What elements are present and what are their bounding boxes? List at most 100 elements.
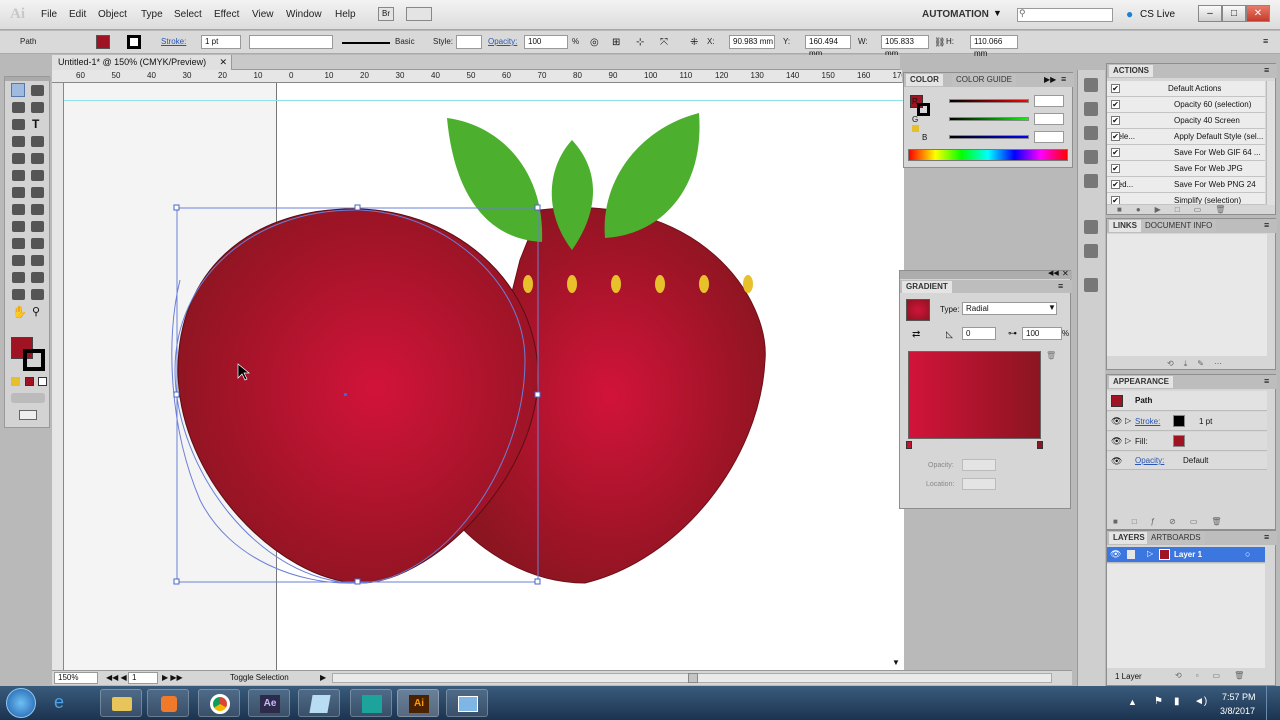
target-icon[interactable]: ○ (1245, 549, 1250, 559)
start-button[interactable] (6, 688, 36, 718)
arrange-documents-button[interactable] (406, 7, 432, 21)
symbols-icon[interactable] (1084, 126, 1098, 140)
r-slider[interactable] (949, 99, 1029, 103)
stroke-label[interactable]: Stroke: (1135, 417, 1160, 426)
gradient-mode-icon[interactable] (25, 377, 34, 386)
line-tool-icon[interactable] (12, 136, 25, 147)
g-slider[interactable] (949, 117, 1029, 121)
shape-builder-tool-icon[interactable] (12, 221, 25, 232)
swatches-icon[interactable] (1084, 102, 1098, 116)
stroke-panel-icon[interactable] (1084, 220, 1098, 234)
action-row[interactable]: ✔ Save For Web JPG Med... (1107, 161, 1265, 189)
mesh-tool-icon[interactable] (12, 238, 25, 249)
stroke-swatch[interactable] (127, 35, 141, 49)
artboard-tool-icon[interactable] (12, 289, 25, 300)
brush-definition[interactable]: Basic (395, 37, 415, 46)
menu-edit[interactable]: Edit (69, 9, 86, 20)
panel-menu-icon[interactable]: ≡ (1264, 65, 1269, 75)
lasso-tool-icon[interactable] (31, 102, 44, 113)
isolate-icon[interactable]: ⤧ (660, 37, 668, 48)
magic-wand-tool-icon[interactable] (12, 102, 25, 113)
g-field[interactable] (1034, 113, 1064, 125)
zoom-field[interactable]: 150% (54, 672, 98, 684)
stop-opacity-field[interactable] (962, 459, 996, 471)
stroke-label[interactable]: Stroke: (161, 37, 186, 46)
eraser-tool-icon[interactable] (31, 170, 44, 181)
taskbar-app-media[interactable] (147, 689, 189, 717)
x-field[interactable]: 90.983 mm (729, 35, 775, 49)
next-artboard-icon[interactable]: ▶ ▶▶ (162, 673, 183, 682)
artboard-number-field[interactable]: 1 (128, 672, 158, 684)
constrain-link-icon[interactable]: ⛓ (934, 37, 945, 48)
brushes-icon[interactable] (1084, 78, 1098, 92)
stroke-color-swatch[interactable] (1173, 415, 1185, 427)
menu-help[interactable]: Help (335, 9, 356, 20)
y-field[interactable]: 160.494 mm (805, 35, 851, 58)
appearance-stroke-row[interactable]: 👁 ▷ Stroke: 1 pt (1107, 412, 1267, 431)
expand-triangle-icon[interactable]: ▷ (1147, 549, 1153, 558)
zoom-tool-icon[interactable]: ⚲ (32, 305, 40, 318)
visibility-eye-icon[interactable]: 👁 (1111, 456, 1122, 467)
gradient-type-select[interactable]: Radial (962, 302, 1057, 315)
symbol-sprayer-tool-icon[interactable] (12, 272, 25, 283)
gradient-slider-preview[interactable] (908, 351, 1041, 439)
bridge-button[interactable]: Br (378, 7, 394, 21)
toolbox-grip[interactable] (5, 77, 51, 81)
action-set-row[interactable]: ✔ Default Actions (1107, 81, 1265, 97)
volume-icon[interactable]: ◄) (1194, 696, 1207, 707)
chevron-down-icon[interactable]: ▼ (993, 8, 1002, 18)
actions-scrollbar[interactable] (1266, 81, 1275, 205)
prev-artboard-icon[interactable]: ◀◀ ◀ (106, 673, 127, 682)
opacity-label[interactable]: Opacity: (488, 37, 517, 46)
chevron-down-icon[interactable]: ▼ (1048, 303, 1056, 312)
r-field[interactable] (1034, 95, 1064, 107)
appearance-quick-icon[interactable] (1084, 278, 1098, 292)
action-row[interactable]: ✔ Opacity 40 Screen (sele... (1107, 113, 1265, 141)
eyedropper-tool-icon[interactable] (12, 255, 25, 266)
stroke-weight-field[interactable]: 1 pt (201, 35, 241, 49)
menu-type[interactable]: Type (141, 9, 163, 20)
taskbar-app-after-effects[interactable]: Ae (248, 689, 290, 717)
close-panel-icon[interactable]: ✕ (1062, 269, 1069, 278)
opacity-field[interactable]: 100 (524, 35, 568, 49)
actions-footer-icons[interactable]: ■●▶□▭🗑 (1117, 205, 1239, 214)
rotate-tool-icon[interactable] (12, 187, 25, 198)
horizontal-ruler[interactable]: 60 50 40 30 20 10 0 10 20 30 40 50 60 70 80 90 100 110 120… (52, 70, 902, 83)
h-field[interactable]: 110.066 mm (970, 35, 1018, 58)
close-button[interactable]: ✕ (1246, 5, 1270, 22)
artboard-canvas[interactable]: ▼ (64, 83, 904, 670)
menu-select[interactable]: Select (174, 9, 202, 20)
hand-tool-icon[interactable]: ✋ (12, 305, 27, 319)
clock-time[interactable]: 7:57 PM (1222, 692, 1256, 702)
document-info-tab[interactable]: DOCUMENT INFO (1141, 220, 1217, 232)
delete-stop-icon[interactable]: 🗑 (1046, 351, 1056, 360)
flag-icon[interactable]: ⚑ (1154, 696, 1163, 707)
layers-quick-icon[interactable] (1084, 174, 1098, 188)
panel-menu-icon[interactable]: ≡ (1263, 36, 1268, 46)
layer-name[interactable]: Layer 1 (1174, 550, 1202, 559)
warp-tool-icon[interactable] (12, 204, 25, 215)
selection-tool-icon[interactable] (11, 83, 25, 97)
artboards-tab[interactable]: ARTBOARDS (1147, 532, 1205, 544)
stroke-weight-value[interactable]: 1 pt (1199, 417, 1212, 426)
out-of-gamut-icon[interactable] (912, 125, 919, 132)
taskbar-app-illustrator[interactable]: Ai (397, 689, 439, 717)
color-tab[interactable]: COLOR (906, 74, 943, 86)
links-footer-icons[interactable]: ⟲⤓✎⋯ (1167, 359, 1232, 369)
graphic-style-field[interactable] (456, 35, 482, 49)
expand-icon[interactable]: ▶▶ (1044, 75, 1056, 84)
scrollbar-thumb[interactable] (688, 673, 698, 683)
layer-row[interactable]: 👁 ▷ Layer 1 ○ (1107, 547, 1265, 563)
gradient-stop-start[interactable] (906, 441, 912, 449)
taskbar-app-sway[interactable] (350, 689, 392, 717)
vertical-ruler[interactable] (52, 83, 64, 670)
appearance-opacity-row[interactable]: 👁 Opacity: Default (1107, 452, 1267, 470)
gradient-panel-grip[interactable]: ◀◀ ✕ (900, 269, 1072, 279)
column-graph-tool-icon[interactable] (31, 272, 44, 283)
blend-tool-icon[interactable] (31, 255, 44, 266)
b-slider[interactable] (949, 135, 1029, 139)
menu-view[interactable]: View (252, 9, 274, 20)
panel-menu-icon[interactable]: ≡ (1264, 220, 1269, 230)
free-transform-tool-icon[interactable] (31, 204, 44, 215)
panel-menu-icon[interactable]: ≡ (1058, 281, 1063, 291)
